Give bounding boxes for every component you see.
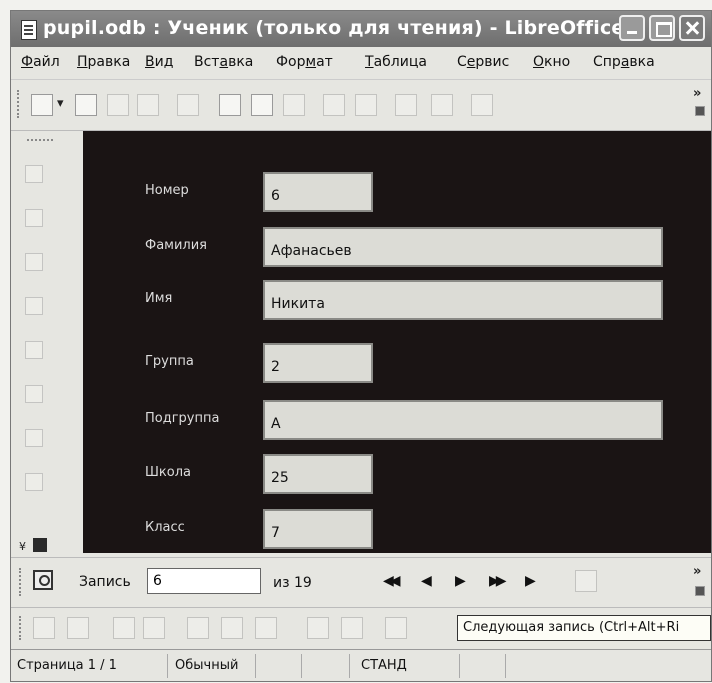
app-window: pupil.odb : Ученик (только для чтения) -… bbox=[10, 10, 712, 682]
edit-icon[interactable] bbox=[177, 94, 199, 116]
field-number[interactable]: 6 bbox=[263, 172, 373, 212]
menu-view[interactable]: Вид bbox=[145, 54, 173, 70]
menu-window[interactable]: Окно bbox=[533, 54, 570, 70]
tooltip: Следующая запись (Ctrl+Alt+Ri bbox=[457, 615, 711, 641]
toolbar-overflow-icon[interactable]: » bbox=[693, 564, 701, 579]
close-button[interactable] bbox=[679, 15, 705, 41]
select-pointer-icon[interactable] bbox=[25, 165, 43, 183]
toolbar-options-icon[interactable] bbox=[695, 586, 705, 596]
standard-toolbar: ▾ » bbox=[11, 79, 711, 131]
save-record-icon[interactable] bbox=[575, 570, 597, 592]
new-record-icon[interactable]: ▶ bbox=[525, 573, 536, 589]
list-box-icon[interactable] bbox=[25, 473, 43, 491]
label-field-icon[interactable] bbox=[25, 429, 43, 447]
option-button-icon[interactable] bbox=[25, 385, 43, 403]
window-title: pupil.odb : Ученик (только для чтения) -… bbox=[43, 17, 647, 39]
autospellcheck-icon[interactable] bbox=[355, 94, 377, 116]
field-label-name: Имя bbox=[145, 291, 173, 306]
scroll-button[interactable] bbox=[33, 538, 47, 552]
form-filter-icon[interactable] bbox=[255, 617, 277, 639]
last-record-icon[interactable]: ▶▶ bbox=[489, 573, 506, 589]
field-surname[interactable]: Афанасьев bbox=[263, 227, 663, 267]
field-name[interactable]: Никита bbox=[263, 280, 663, 320]
menu-file[interactable]: Файл bbox=[21, 54, 60, 70]
status-divider bbox=[167, 654, 168, 678]
first-record-icon[interactable]: ◀◀ bbox=[383, 573, 400, 589]
toolbar-grip[interactable] bbox=[19, 568, 24, 596]
field-label-school: Школа bbox=[145, 465, 191, 480]
status-divider bbox=[459, 654, 460, 678]
field-school[interactable]: 25 bbox=[263, 454, 373, 494]
status-bar: Страница 1 / 1 Обычный СТАНД bbox=[11, 649, 711, 682]
paste-icon[interactable] bbox=[471, 94, 493, 116]
mail-icon[interactable] bbox=[137, 94, 159, 116]
toolbar-grip[interactable] bbox=[27, 139, 53, 144]
field-class[interactable]: 7 bbox=[263, 509, 373, 549]
save-icon[interactable] bbox=[107, 94, 129, 116]
print-preview-icon[interactable] bbox=[283, 94, 305, 116]
field-label-class: Класс bbox=[145, 520, 185, 535]
cut-icon[interactable] bbox=[395, 94, 417, 116]
field-subgroup[interactable]: А bbox=[263, 400, 663, 440]
menu-tools[interactable]: Сервис bbox=[457, 54, 509, 70]
checkbox-icon[interactable] bbox=[25, 341, 43, 359]
next-record-icon[interactable]: ▶ bbox=[455, 573, 466, 589]
field-group[interactable]: 2 bbox=[263, 343, 373, 383]
hand-icon[interactable] bbox=[25, 209, 43, 227]
menu-table[interactable]: Таблица bbox=[365, 54, 427, 70]
sort-ascending-icon[interactable] bbox=[113, 617, 135, 639]
refresh-icon[interactable] bbox=[385, 617, 407, 639]
select-icon[interactable] bbox=[33, 617, 55, 639]
new-document-icon[interactable] bbox=[31, 94, 53, 116]
menu-insert[interactable]: Вставка bbox=[194, 54, 253, 70]
status-style: Обычный bbox=[175, 658, 239, 673]
copy-icon[interactable] bbox=[431, 94, 453, 116]
field-label-subgroup: Подгруппа bbox=[145, 411, 220, 426]
minimize-button[interactable] bbox=[619, 15, 645, 41]
form-controls-toolbar: ¥ bbox=[11, 131, 79, 553]
record-label: Запись bbox=[79, 574, 131, 590]
menu-edit[interactable]: Правка bbox=[77, 54, 130, 70]
field-label-surname: Фамилия bbox=[145, 238, 207, 253]
chevron-down-icon[interactable]: ▾ bbox=[57, 96, 64, 111]
status-page: Страница 1 / 1 bbox=[17, 658, 117, 673]
toolbar-overflow-icon[interactable]: » bbox=[693, 86, 701, 101]
find-record-icon[interactable] bbox=[33, 570, 53, 590]
document-icon bbox=[21, 20, 37, 40]
table-icon[interactable] bbox=[221, 617, 243, 639]
field-label-group: Группа bbox=[145, 354, 194, 369]
text-box-icon[interactable] bbox=[25, 297, 43, 315]
record-number-input[interactable] bbox=[147, 568, 261, 594]
zoom-icon[interactable] bbox=[25, 253, 43, 271]
toolbar-grip[interactable] bbox=[17, 90, 22, 118]
record-count: из 19 bbox=[273, 575, 312, 591]
maximize-button[interactable] bbox=[649, 15, 675, 41]
record-form: Номер 6 Фамилия Афанасьев Имя Никита Гру… bbox=[83, 131, 711, 553]
filter-icon[interactable] bbox=[187, 617, 209, 639]
menu-bar: Файл Правка Вид Вставка Формат Таблица С… bbox=[11, 49, 711, 75]
status-divider bbox=[505, 654, 506, 678]
data-source-icon[interactable] bbox=[307, 617, 329, 639]
toolbar-grip[interactable] bbox=[19, 616, 24, 640]
record-navigation-bar: Запись из 19 ◀◀ ◀ ▶ ▶▶ ▶ » bbox=[11, 557, 711, 606]
open-icon[interactable] bbox=[75, 94, 97, 116]
title-bar: pupil.odb : Ученик (только для чтения) -… bbox=[11, 11, 711, 47]
double-chevron-down-icon[interactable]: ¥ bbox=[19, 540, 26, 553]
sort-descending-icon[interactable] bbox=[143, 617, 165, 639]
status-divider bbox=[255, 654, 256, 678]
previous-record-icon[interactable]: ◀ bbox=[421, 573, 432, 589]
menu-help[interactable]: Справка bbox=[593, 54, 655, 70]
status-divider bbox=[349, 654, 350, 678]
field-label-number: Номер bbox=[145, 183, 189, 198]
print-icon[interactable] bbox=[251, 94, 273, 116]
grid-icon[interactable] bbox=[341, 617, 363, 639]
spellcheck-icon[interactable] bbox=[323, 94, 345, 116]
export-pdf-icon[interactable] bbox=[219, 94, 241, 116]
menu-format[interactable]: Формат bbox=[276, 54, 333, 70]
toolbar-options-icon[interactable] bbox=[695, 106, 705, 116]
status-divider bbox=[301, 654, 302, 678]
hand-icon[interactable] bbox=[67, 617, 89, 639]
status-mode[interactable]: СТАНД bbox=[361, 658, 407, 673]
